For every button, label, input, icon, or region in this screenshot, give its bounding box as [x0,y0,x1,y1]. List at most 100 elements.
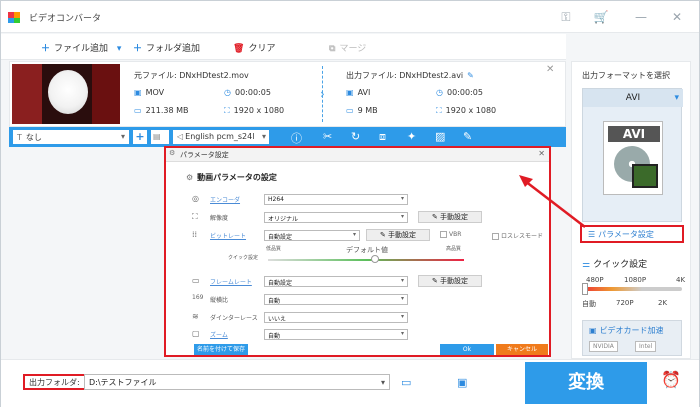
encoder-label[interactable]: エンコーダ [210,195,240,204]
add-folder-button[interactable]: ＋フォルダ追加 [133,41,200,54]
chevron-down-icon: ▾ [400,213,404,220]
add-file-button[interactable]: ＋ファイル追加 ▾ [41,41,121,54]
output-format-title: 出力フォーマットを選択 [582,71,670,80]
quality-slider[interactable] [582,287,682,291]
ok-button[interactable]: Ok [440,344,494,355]
encoder-select[interactable]: H264 ▾ [264,194,408,205]
convert-button[interactable]: 変換 [525,362,647,404]
open-folder-icon[interactable]: ▭ [401,376,411,389]
edit-toolbar: T なし ▾ + ▤ ◁ English pcm_s24l ▾ ⓘ ✂ ↻ ⧈ ✦ … [9,127,566,147]
resolution-icon: ⛶ [436,106,442,115]
deinterlace-icon: ≋ [192,312,199,321]
app-title: ビデオコンバータ [29,14,102,24]
dialog-close-icon[interactable]: ✕ [538,149,545,158]
framerate-icon: ▭ [192,276,200,285]
key-icon[interactable]: ⚿ [558,9,574,25]
nvidia-chip[interactable]: NVIDIA [589,341,618,352]
save-as-button[interactable]: 名前を付けて保存 [194,344,248,355]
parameter-settings-dialog: ⚙ パラメータ設定 ✕ ⚙ 動画パラメータの設定 ◎ エンコーダ H264 ▾ ⛶ … [164,146,551,357]
encoder-icon: ◎ [192,194,199,203]
clear-button[interactable]: 🗑 クリア [233,41,275,54]
subtitle-select[interactable]: T なし ▾ [13,130,129,144]
framerate-manual-button[interactable]: ✎ 手動設定 [418,275,482,287]
crop-icon[interactable]: ⧈ [379,130,386,144]
output-file-label: 出力ファイル: DNxHDtest2.avi ✎ [346,71,474,80]
framerate-select[interactable]: 自動設定 ▾ [264,276,408,287]
vbr-checkbox[interactable]: VBR [440,231,461,238]
plus-icon: ＋ [41,44,51,54]
main-toolbar: ＋ファイル追加 ▾ ＋フォルダ追加 🗑 クリア ⧉ マージ [1,34,566,60]
merge-button[interactable]: ⧉ マージ [329,41,366,54]
folder-plus-icon: ＋ [133,44,143,54]
chevron-down-icon: ▾ [400,195,404,202]
zoom-select[interactable]: 自動 ▾ [264,329,408,340]
remove-file-icon[interactable]: ✕ [546,64,554,75]
resolution-icon: ⛶ [192,212,198,221]
edit-icon[interactable]: ✎ [467,71,474,80]
file-item[interactable]: 元ファイル: DNxHDtest2.mov ▣ MOV ◷ 00:00:05 ▭ 21… [9,61,566,127]
dialog-section-title: ⚙ 動画パラメータの設定 [186,173,277,182]
chevron-down-icon: ▾ [352,231,356,238]
bitrate-select[interactable]: 自動設定 ▾ [264,230,360,241]
chevron-down-icon: ▾ [674,93,679,103]
scissors-icon[interactable]: ✂ [323,130,332,143]
output-folder-label: 出力フォルダ: [23,374,86,390]
minimize-button[interactable]: — [633,9,649,25]
subtitle-edit-icon[interactable]: ✎ [463,130,472,143]
deinterlace-label: ダインターレース [210,315,258,322]
chevron-down-icon[interactable]: ▾ [381,378,385,387]
close-button[interactable]: ✕ [669,9,685,25]
bitrate-manual-button[interactable]: ✎ 手動設定 [366,229,430,241]
framerate-label[interactable]: フレームレート [210,277,252,286]
resolution-select[interactable]: オリジナル ▾ [264,212,408,223]
info-icon[interactable]: ⓘ [291,130,302,146]
text-icon: T [17,133,22,142]
watermark-icon[interactable]: ▨ [435,130,445,143]
quick-setting-label: クイック設定 [228,255,259,261]
speaker-icon: ◁ [177,132,184,141]
quick-settings-title: ⚌ クイック設定 [582,260,648,270]
lossless-checkbox[interactable]: ロスレスモード [492,231,543,240]
selected-format: AVI ▾ [583,89,683,107]
chevron-down-icon[interactable]: ▾ [117,44,122,54]
bitrate-label[interactable]: ビットレート [210,231,246,240]
output-folder-input[interactable]: D:\テストファイル [84,374,390,390]
dialog-footer: 名前を付けて保存 Ok キャンセル [166,344,549,355]
quality-slider-handle[interactable] [582,283,588,295]
bitrate-quality-slider[interactable] [268,259,464,261]
cancel-button[interactable]: キャンセル [496,344,548,355]
app-window: ビデオコンバータ ⚿ 🛒 — ✕ ＋ファイル追加 ▾ ＋フォルダ追加 🗑 クリア … [0,0,700,407]
chevron-down-icon: ▾ [400,330,404,337]
alarm-clock-icon[interactable]: ⏰ [661,370,681,389]
trash-icon: 🗑 [233,44,245,54]
bitrate-slider-handle[interactable] [371,255,379,263]
rotate-icon[interactable]: ↻ [351,130,360,143]
subtitle-file-icon[interactable]: ▤ [151,130,169,144]
app-logo-icon [8,12,20,23]
zoom-label[interactable]: ズーム [210,330,228,339]
aspect-ratio-select[interactable]: 自動 ▾ [264,294,408,305]
parameter-settings-button[interactable]: ☰ パラメータ設定 [580,225,684,243]
bottom-bar: 出力フォルダ: D:\テストファイル ▾ ▭ ▣ 変換 ⏰ [1,359,699,407]
resolution-manual-button[interactable]: ✎ 手動設定 [418,211,482,223]
pencil-icon: ✎ [379,231,389,239]
chevron-down-icon: ▾ [120,132,125,141]
effects-icon[interactable]: ✦ [407,130,416,143]
bitrate-icon: ⁞⁞ [192,230,198,239]
resolution-icon: ⛶ [224,106,230,115]
intel-chip[interactable]: Intel [635,341,657,352]
sliders-icon: ⚌ [582,260,591,270]
cart-icon[interactable]: 🛒 [593,9,609,25]
import-folder-icon[interactable]: ▣ [457,376,467,389]
video-thumbnail[interactable] [12,64,120,124]
aspect-ratio-icon: 169 [192,294,204,301]
audio-track-select[interactable]: ◁ English pcm_s24l ▾ [173,130,269,144]
add-subtitle-button[interactable]: + [133,130,147,144]
gpu-acceleration: ▣ ビデオカード加速 NVIDIA Intel [582,320,682,356]
low-quality-label: 低品質 [266,246,282,252]
file-size-icon: ▭ [346,106,354,115]
deinterlace-select[interactable]: いいえ ▾ [264,312,408,323]
gpu-acceleration-toggle[interactable]: ▣ ビデオカード加速 [589,325,664,336]
clock-icon: ◷ [436,88,443,97]
format-selector[interactable]: AVI ▾ AVI [582,88,683,222]
